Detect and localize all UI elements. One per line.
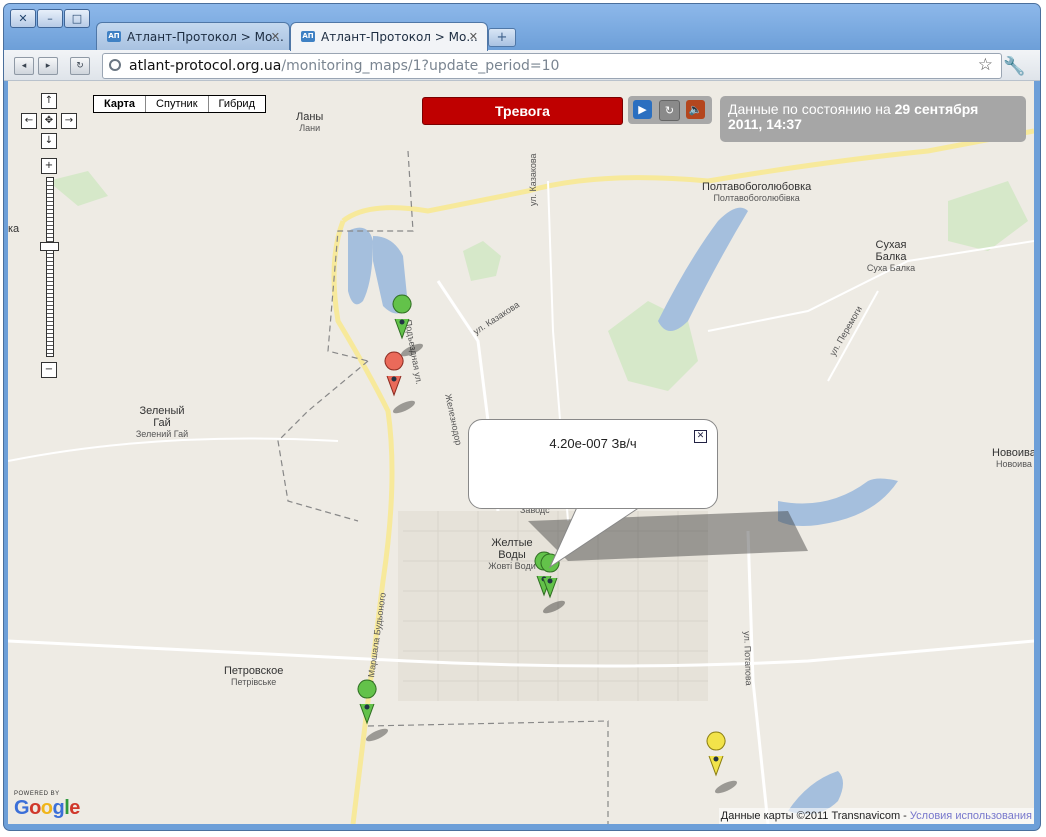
google-logo-text: Google [14,797,80,819]
road [827,290,879,382]
map-type-satellite-button[interactable]: Спутник [146,96,209,112]
popup-close-icon[interactable]: ✕ [694,430,707,443]
tab-2-active[interactable]: АП Атлант-Протокол > Мо... ✕ [290,22,488,51]
url-text: atlant-protocol.org.ua/monitoring_maps/1… [129,54,559,78]
browser-toolbar: ◂ ▸ ↻ atlant-protocol.org.ua/monitoring_… [4,50,1040,81]
refresh-button[interactable]: ↻ [659,100,680,121]
playback-controls: ▶ ↻ 🔈 [628,96,712,124]
main-road [331,220,395,824]
map-type-map-button[interactable]: Карта [94,96,147,112]
bookmark-star-icon[interactable]: ☆ [978,55,993,75]
park-area [463,241,501,281]
site-favicon-icon: АП [301,31,315,42]
radiation-reading: 4.20e-007 Зв/ч [549,436,637,451]
sound-button[interactable]: 🔈 [686,100,705,119]
map-type-switcher: Карта Спутник Гибрид [93,95,266,113]
tab-1[interactable]: АП Атлант-Протокол > Мо... ✕ [96,22,290,51]
forward-button[interactable]: ▸ [38,57,58,75]
site-favicon-icon: АП [107,31,121,42]
tab-close-icon[interactable]: ✕ [271,23,280,51]
place-label: Новоива Новоива [992,447,1034,469]
pan-right-button[interactable]: → [61,113,77,129]
street-label: ул. Казакова [528,153,538,206]
water-body [658,207,748,331]
wrench-menu-icon[interactable]: 🔧 [1003,56,1025,77]
place-label: Петровское Петрівське [224,665,284,687]
water-body [778,478,898,526]
main-road [341,128,1034,224]
tab-title: Атлант-Протокол > Мо... [321,30,478,44]
browser-window: ✕ – □ АП Атлант-Протокол > Мо... ✕ АП Ат… [4,4,1040,830]
place-label: Желтые Воды Жовті Води [488,537,536,571]
back-button[interactable]: ◂ [14,57,34,75]
new-tab-button[interactable]: + [488,28,516,47]
place-label: Ланы Лани [296,111,324,133]
alarm-button[interactable]: Тревога [422,97,623,125]
zoom-slider-thumb[interactable] [40,241,59,251]
status-prefix: Данные по состоянию на [728,101,895,117]
water-body [348,227,373,305]
park-area [48,171,108,206]
address-bar[interactable]: atlant-protocol.org.ua/monitoring_maps/1… [102,53,1002,79]
zoom-in-button[interactable]: + [41,158,57,174]
maximize-window-button[interactable]: □ [64,9,90,28]
status-date: 29 сентября [894,101,979,117]
url-path: /monitoring_maps/1?update_period=10 [281,58,560,74]
boundary-line [367,720,609,824]
pan-up-button[interactable]: ↑ [41,93,57,109]
pan-center-button[interactable]: ✥ [41,113,57,129]
place-label: Полтавобоголюбовка Полтавобоголюбівка [702,181,812,203]
reload-button[interactable]: ↻ [70,57,90,75]
place-label: ка [8,223,20,235]
street-label: ул. Потапова [742,631,754,686]
play-button[interactable]: ▶ [633,100,652,119]
map-type-hybrid-button[interactable]: Гибрид [209,96,265,112]
close-window-button[interactable]: ✕ [10,9,36,28]
pan-left-button[interactable]: ← [21,113,37,129]
globe-icon [109,59,121,71]
google-logo[interactable]: POWERED BY Google [14,791,80,820]
data-status-panel: Данные по состоянию на 29 сентября 2011, … [720,96,1026,142]
url-host: atlant-protocol.org.ua [129,58,282,74]
map-canvas[interactable]: Ланы Лани Полтавобоголюбовка Полтавобоголю… [8,81,1034,824]
attribution-text: Данные карты ©2011 Transnavicom - [720,810,910,822]
zoom-out-button[interactable]: − [41,362,57,378]
title-bar: ✕ – □ АП Атлант-Протокол > Мо... ✕ АП Ат… [4,4,1040,51]
minimize-window-button[interactable]: – [37,9,63,28]
terms-of-use-link[interactable]: Условия использования [910,810,1032,822]
tab-title: Атлант-Протокол > Мо... [127,30,284,44]
zoom-slider-track[interactable] [46,177,54,357]
park-area [948,181,1028,251]
pan-down-button[interactable]: ↓ [41,133,57,149]
popup-pointer [548,505,644,569]
info-popup: 4.20e-007 Зв/ч ✕ [468,419,718,509]
water-body [373,236,408,314]
map-attribution: Данные карты ©2011 Transnavicom - Услови… [718,808,1034,824]
place-label: Сухая Балка Суха Балка [866,239,916,273]
tab-close-icon[interactable]: ✕ [469,23,478,51]
place-label: Зеленый Гай Зелений Гай [135,405,189,439]
status-time: 2011, 14:37 [728,116,802,132]
road [8,437,339,462]
